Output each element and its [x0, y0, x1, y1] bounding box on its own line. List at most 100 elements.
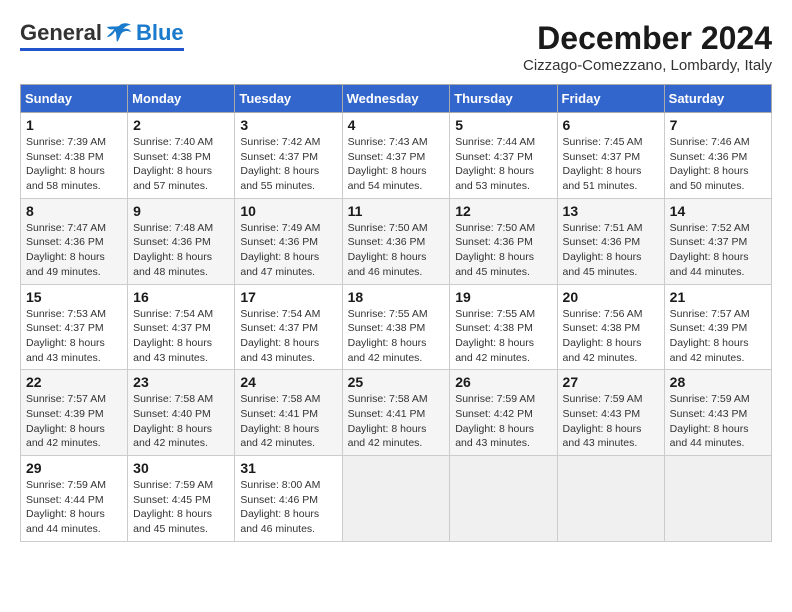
- day-detail: Sunrise: 7:54 AMSunset: 4:37 PMDaylight:…: [240, 307, 336, 366]
- day-detail: Sunrise: 7:39 AMSunset: 4:38 PMDaylight:…: [26, 135, 122, 194]
- calendar-cell: 22 Sunrise: 7:57 AMSunset: 4:39 PMDaylig…: [21, 370, 128, 456]
- calendar-cell: 11 Sunrise: 7:50 AMSunset: 4:36 PMDaylig…: [342, 198, 450, 284]
- day-number: 27: [563, 374, 659, 390]
- day-detail: Sunrise: 7:53 AMSunset: 4:37 PMDaylight:…: [26, 307, 122, 366]
- day-number: 21: [670, 289, 766, 305]
- day-detail: Sunrise: 7:59 AMSunset: 4:45 PMDaylight:…: [133, 478, 229, 537]
- calendar-cell: 1 Sunrise: 7:39 AMSunset: 4:38 PMDayligh…: [21, 113, 128, 199]
- calendar-cell: [664, 456, 771, 542]
- day-number: 12: [455, 203, 551, 219]
- day-detail: Sunrise: 7:42 AMSunset: 4:37 PMDaylight:…: [240, 135, 336, 194]
- calendar-table: Sunday Monday Tuesday Wednesday Thursday…: [20, 84, 772, 542]
- day-detail: Sunrise: 7:59 AMSunset: 4:43 PMDaylight:…: [563, 392, 659, 451]
- day-detail: Sunrise: 7:55 AMSunset: 4:38 PMDaylight:…: [455, 307, 551, 366]
- header-sunday: Sunday: [21, 85, 128, 113]
- calendar-week-row: 1 Sunrise: 7:39 AMSunset: 4:38 PMDayligh…: [21, 113, 772, 199]
- calendar-cell: 26 Sunrise: 7:59 AMSunset: 4:42 PMDaylig…: [450, 370, 557, 456]
- day-detail: Sunrise: 7:50 AMSunset: 4:36 PMDaylight:…: [455, 221, 551, 280]
- calendar-cell: 4 Sunrise: 7:43 AMSunset: 4:37 PMDayligh…: [342, 113, 450, 199]
- calendar-cell: 3 Sunrise: 7:42 AMSunset: 4:37 PMDayligh…: [235, 113, 342, 199]
- calendar-cell: 5 Sunrise: 7:44 AMSunset: 4:37 PMDayligh…: [450, 113, 557, 199]
- calendar-cell: 29 Sunrise: 7:59 AMSunset: 4:44 PMDaylig…: [21, 456, 128, 542]
- day-number: 13: [563, 203, 659, 219]
- day-number: 14: [670, 203, 766, 219]
- header-monday: Monday: [128, 85, 235, 113]
- day-number: 24: [240, 374, 336, 390]
- day-number: 19: [455, 289, 551, 305]
- day-number: 18: [348, 289, 445, 305]
- calendar-cell: 8 Sunrise: 7:47 AMSunset: 4:36 PMDayligh…: [21, 198, 128, 284]
- calendar-week-row: 29 Sunrise: 7:59 AMSunset: 4:44 PMDaylig…: [21, 456, 772, 542]
- day-number: 26: [455, 374, 551, 390]
- day-detail: Sunrise: 7:49 AMSunset: 4:36 PMDaylight:…: [240, 221, 336, 280]
- calendar-cell: 15 Sunrise: 7:53 AMSunset: 4:37 PMDaylig…: [21, 284, 128, 370]
- calendar-cell: 24 Sunrise: 7:58 AMSunset: 4:41 PMDaylig…: [235, 370, 342, 456]
- calendar-cell: [557, 456, 664, 542]
- day-number: 16: [133, 289, 229, 305]
- day-number: 10: [240, 203, 336, 219]
- day-detail: Sunrise: 7:50 AMSunset: 4:36 PMDaylight:…: [348, 221, 445, 280]
- calendar-cell: 16 Sunrise: 7:54 AMSunset: 4:37 PMDaylig…: [128, 284, 235, 370]
- day-number: 4: [348, 117, 445, 133]
- calendar-week-row: 15 Sunrise: 7:53 AMSunset: 4:37 PMDaylig…: [21, 284, 772, 370]
- day-number: 30: [133, 460, 229, 476]
- day-number: 7: [670, 117, 766, 133]
- day-detail: Sunrise: 7:57 AMSunset: 4:39 PMDaylight:…: [26, 392, 122, 451]
- calendar-cell: 2 Sunrise: 7:40 AMSunset: 4:38 PMDayligh…: [128, 113, 235, 199]
- day-number: 8: [26, 203, 122, 219]
- day-detail: Sunrise: 7:46 AMSunset: 4:36 PMDaylight:…: [670, 135, 766, 194]
- day-detail: Sunrise: 7:58 AMSunset: 4:41 PMDaylight:…: [348, 392, 445, 451]
- calendar-cell: 25 Sunrise: 7:58 AMSunset: 4:41 PMDaylig…: [342, 370, 450, 456]
- calendar-cell: 10 Sunrise: 7:49 AMSunset: 4:36 PMDaylig…: [235, 198, 342, 284]
- calendar-week-row: 22 Sunrise: 7:57 AMSunset: 4:39 PMDaylig…: [21, 370, 772, 456]
- calendar-cell: 17 Sunrise: 7:54 AMSunset: 4:37 PMDaylig…: [235, 284, 342, 370]
- day-detail: Sunrise: 7:45 AMSunset: 4:37 PMDaylight:…: [563, 135, 659, 194]
- day-detail: Sunrise: 7:52 AMSunset: 4:37 PMDaylight:…: [670, 221, 766, 280]
- day-detail: Sunrise: 7:48 AMSunset: 4:36 PMDaylight:…: [133, 221, 229, 280]
- day-detail: Sunrise: 7:44 AMSunset: 4:37 PMDaylight:…: [455, 135, 551, 194]
- logo: General Blue: [20, 20, 184, 51]
- calendar-cell: [342, 456, 450, 542]
- month-title: December 2024: [523, 20, 772, 57]
- title-section: December 2024 Cizzago-Comezzano, Lombard…: [523, 20, 772, 74]
- day-detail: Sunrise: 7:58 AMSunset: 4:40 PMDaylight:…: [133, 392, 229, 451]
- calendar-cell: 27 Sunrise: 7:59 AMSunset: 4:43 PMDaylig…: [557, 370, 664, 456]
- calendar-header-row: Sunday Monday Tuesday Wednesday Thursday…: [21, 85, 772, 113]
- day-number: 2: [133, 117, 229, 133]
- day-number: 15: [26, 289, 122, 305]
- calendar-cell: 30 Sunrise: 7:59 AMSunset: 4:45 PMDaylig…: [128, 456, 235, 542]
- header-tuesday: Tuesday: [235, 85, 342, 113]
- day-number: 6: [563, 117, 659, 133]
- calendar-cell: 21 Sunrise: 7:57 AMSunset: 4:39 PMDaylig…: [664, 284, 771, 370]
- calendar-week-row: 8 Sunrise: 7:47 AMSunset: 4:36 PMDayligh…: [21, 198, 772, 284]
- calendar-cell: 6 Sunrise: 7:45 AMSunset: 4:37 PMDayligh…: [557, 113, 664, 199]
- day-detail: Sunrise: 7:40 AMSunset: 4:38 PMDaylight:…: [133, 135, 229, 194]
- calendar-cell: 20 Sunrise: 7:56 AMSunset: 4:38 PMDaylig…: [557, 284, 664, 370]
- day-number: 3: [240, 117, 336, 133]
- day-detail: Sunrise: 7:56 AMSunset: 4:38 PMDaylight:…: [563, 307, 659, 366]
- day-number: 1: [26, 117, 122, 133]
- logo-blue: Blue: [136, 20, 184, 46]
- day-number: 5: [455, 117, 551, 133]
- day-number: 31: [240, 460, 336, 476]
- header-wednesday: Wednesday: [342, 85, 450, 113]
- header-friday: Friday: [557, 85, 664, 113]
- calendar-cell: 23 Sunrise: 7:58 AMSunset: 4:40 PMDaylig…: [128, 370, 235, 456]
- day-detail: Sunrise: 7:54 AMSunset: 4:37 PMDaylight:…: [133, 307, 229, 366]
- day-detail: Sunrise: 7:59 AMSunset: 4:43 PMDaylight:…: [670, 392, 766, 451]
- header-thursday: Thursday: [450, 85, 557, 113]
- calendar-cell: 18 Sunrise: 7:55 AMSunset: 4:38 PMDaylig…: [342, 284, 450, 370]
- day-detail: Sunrise: 7:58 AMSunset: 4:41 PMDaylight:…: [240, 392, 336, 451]
- logo-bird-icon: [105, 22, 133, 44]
- calendar-cell: [450, 456, 557, 542]
- calendar-cell: 31 Sunrise: 8:00 AMSunset: 4:46 PMDaylig…: [235, 456, 342, 542]
- day-detail: Sunrise: 7:59 AMSunset: 4:42 PMDaylight:…: [455, 392, 551, 451]
- header-saturday: Saturday: [664, 85, 771, 113]
- day-detail: Sunrise: 7:55 AMSunset: 4:38 PMDaylight:…: [348, 307, 445, 366]
- calendar-cell: 28 Sunrise: 7:59 AMSunset: 4:43 PMDaylig…: [664, 370, 771, 456]
- day-detail: Sunrise: 7:59 AMSunset: 4:44 PMDaylight:…: [26, 478, 122, 537]
- day-number: 20: [563, 289, 659, 305]
- calendar-cell: 13 Sunrise: 7:51 AMSunset: 4:36 PMDaylig…: [557, 198, 664, 284]
- day-number: 23: [133, 374, 229, 390]
- day-number: 11: [348, 203, 445, 219]
